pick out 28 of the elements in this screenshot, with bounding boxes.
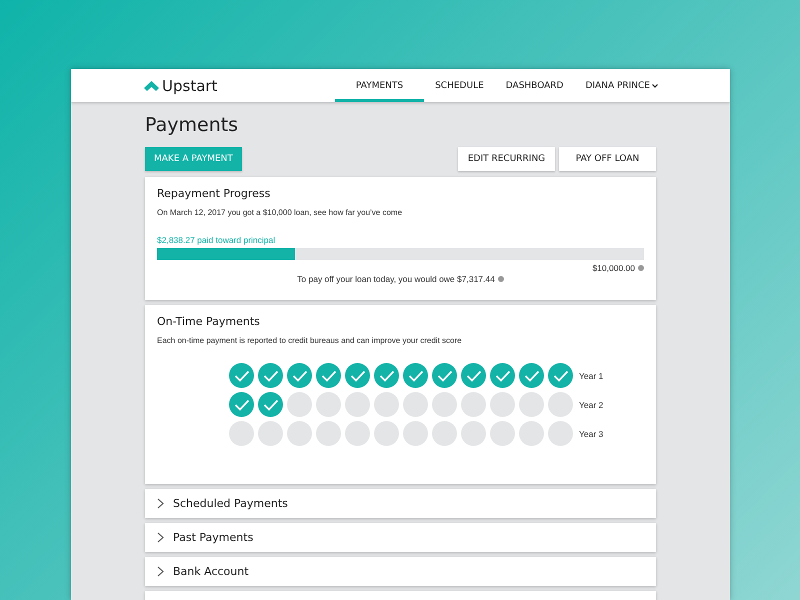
year-label: Year 2 xyxy=(579,400,604,410)
accordion-header[interactable]: Scheduled Payments xyxy=(145,489,656,518)
info-icon[interactable] xyxy=(638,265,644,271)
logo-icon xyxy=(144,80,159,90)
card-description: Each on-time payment is reported to credit bureaus and can improve your credit score xyxy=(157,336,463,345)
year-label: Year 1 xyxy=(579,370,604,380)
card-title: Repayment Progress xyxy=(157,187,272,200)
action-button[interactable]: EDIT RECURRING xyxy=(458,147,555,171)
nav-tab[interactable]: PAYMENTS xyxy=(334,69,424,102)
nav-tab[interactable]: DASHBOARD xyxy=(494,69,574,102)
payoff-text: To pay off your loan today, you would owe $7,317.44 xyxy=(297,274,495,284)
paid-label: $2,838.27 paid toward principal xyxy=(157,235,276,245)
page-title: Payments xyxy=(145,114,240,136)
card-title: On-Time Payments xyxy=(157,315,261,328)
nav-tab[interactable]: SCHEDULE xyxy=(424,69,495,102)
accordion-header[interactable]: Past Payments xyxy=(145,523,656,552)
logo-text: Upstart xyxy=(162,76,218,94)
action-button[interactable]: PAY OFF LOAN xyxy=(559,147,656,171)
user-menu[interactable]: DIANA PRINCE xyxy=(574,69,658,102)
year-label: Year 3 xyxy=(579,428,604,438)
chevron-icon xyxy=(157,498,164,509)
chevron-icon xyxy=(157,532,164,543)
accordion-header[interactable]: Bank Account xyxy=(145,557,656,586)
chevron-icon xyxy=(157,566,164,577)
caret-icon xyxy=(652,84,658,88)
card-description: On March 12, 2017 you got a $10,000 loan, see how far you’ve come xyxy=(157,208,404,217)
info-icon[interactable] xyxy=(498,276,504,282)
loan-total: $10,000.00 xyxy=(592,263,635,273)
